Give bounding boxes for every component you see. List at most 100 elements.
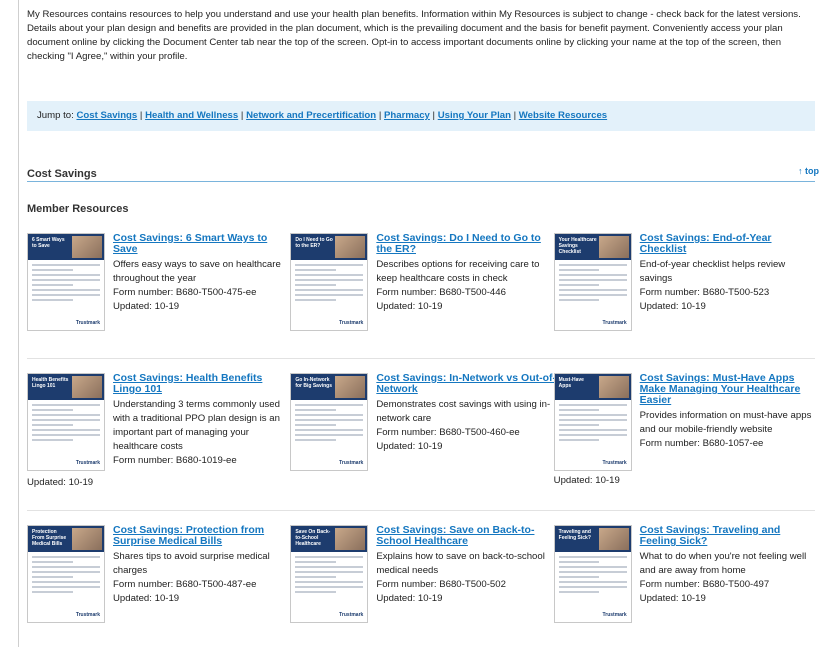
jump-link-network[interactable]: Network and Precertification — [246, 110, 376, 121]
resource-description: Understanding 3 terms commonly used with… — [113, 399, 280, 452]
row-divider — [27, 510, 815, 511]
resource-form-number: Form number: B680-1019-ee — [113, 455, 237, 466]
jump-link-health-wellness[interactable]: Health and Wellness — [145, 110, 238, 121]
document-thumbnail[interactable]: Protection From Surprise Medical Bills T… — [27, 525, 105, 623]
thumbnail-photo — [598, 236, 629, 258]
thumbnail-photo — [335, 528, 366, 550]
thumbnail-logo: Trustmark — [602, 612, 627, 618]
jump-separator: | — [513, 110, 517, 121]
jump-to-label: Jump to: — [37, 110, 74, 121]
intro-paragraph-2: Details about your plan design and benef… — [27, 23, 783, 62]
resource-item: 6 Smart Ways to Save Trustmark Cost Savi… — [27, 233, 290, 363]
resource-updated: Updated: 10-19 — [376, 593, 443, 604]
resource-title-link[interactable]: Cost Savings: Traveling and Feeling Sick… — [640, 525, 819, 547]
section-header: Cost Savings ↑ top — [27, 164, 819, 182]
resource-updated: Updated: 10-19 — [113, 301, 180, 312]
thumbnail-logo: Trustmark — [602, 320, 627, 326]
back-to-top-link[interactable]: ↑ top — [798, 166, 819, 176]
resource-description: End-of-year checklist helps review savin… — [639, 259, 786, 284]
resource-updated: Updated: 10-19 — [113, 593, 180, 604]
resource-description: Describes options for receiving care to … — [376, 259, 540, 284]
resource-item: Traveling and Feeling Sick? Trustmark Co… — [553, 525, 819, 647]
jump-separator: | — [378, 110, 382, 121]
row-divider — [27, 358, 815, 359]
resource-form-number: Form number: B680-T500-497 — [639, 579, 770, 590]
resource-item: Save On Back-to-School Healthcare Trustm… — [290, 525, 553, 647]
thumbnail-heading: Health Benefits Lingo 101 — [32, 377, 69, 389]
resources-panel: My Resources contains resources to help … — [18, 0, 819, 647]
intro-paragraph-1: My Resources contains resources to help … — [27, 9, 801, 20]
resource-title-link[interactable]: Cost Savings: Health Benefits Lingo 101 — [113, 373, 293, 395]
resource-row: Protection From Surprise Medical Bills T… — [27, 525, 817, 647]
thumbnail-heading: Traveling and Feeling Sick? — [558, 529, 591, 541]
thumbnail-heading: Protection From Surprise Medical Bills — [32, 529, 67, 547]
thumbnail-photo — [72, 376, 102, 398]
thumbnail-logo: Trustmark — [75, 612, 100, 618]
resource-item: Must-Have Apps Trustmark Cost Savings: M… — [553, 373, 819, 503]
thumbnail-logo: Trustmark — [339, 612, 364, 618]
resource-form-number: Form number: B680-T500-446 — [376, 287, 506, 298]
jump-separator: | — [240, 110, 244, 121]
thumbnail-logo: Trustmark — [339, 320, 364, 326]
resource-item: Go In-Network for Big Savings Trustmark … — [290, 373, 556, 503]
thumbnail-photo — [598, 528, 629, 550]
resource-form-number: Form number: B680-T500-523 — [639, 287, 770, 298]
thumbnail-photo — [72, 236, 102, 258]
jump-to-bar: Jump to: Cost Savings | Health and Welln… — [27, 101, 815, 131]
document-thumbnail[interactable]: Save On Back-to-School Healthcare Trustm… — [290, 525, 369, 623]
jump-separator: | — [139, 110, 143, 121]
subsection-title: Member Resources — [27, 203, 129, 215]
resource-title-link[interactable]: Cost Savings: Save on Back-to-School Hea… — [376, 525, 556, 547]
thumbnail-heading: Save On Back-to-School Healthcare — [295, 529, 331, 547]
resource-item: Health Benefits Lingo 101 Trustmark Cost… — [27, 373, 290, 503]
document-thumbnail[interactable]: Your Healthcare Savings Checklist Trustm… — [553, 233, 632, 331]
document-thumbnail[interactable]: 6 Smart Ways to Save Trustmark — [27, 233, 105, 331]
jump-link-cost-savings[interactable]: Cost Savings — [76, 110, 137, 121]
jump-link-using-plan[interactable]: Using Your Plan — [438, 110, 511, 121]
thumbnail-photo — [598, 376, 629, 398]
jump-separator: | — [432, 110, 436, 121]
resource-description: Demonstrates cost savings with using in-… — [376, 399, 551, 424]
thumbnail-heading: Must-Have Apps — [558, 377, 584, 389]
document-thumbnail[interactable]: Must-Have Apps Trustmark — [553, 373, 632, 471]
resource-updated: Updated: 10-19 — [553, 475, 620, 486]
thumbnail-photo — [72, 528, 102, 550]
resource-row: Health Benefits Lingo 101 Trustmark Cost… — [27, 373, 817, 503]
resource-title-link[interactable]: Cost Savings: In-Network vs Out-of-Netwo… — [376, 373, 556, 395]
document-thumbnail[interactable]: Do I Need to Go to the ER? Trustmark — [290, 233, 369, 331]
resource-updated: Updated: 10-19 — [27, 477, 94, 488]
resource-title-link[interactable]: Cost Savings: 6 Smart Ways to Save — [113, 233, 293, 255]
thumbnail-heading: Do I Need to Go to the ER? — [295, 237, 333, 249]
jump-link-website-resources[interactable]: Website Resources — [519, 110, 607, 121]
intro-text: My Resources contains resources to help … — [27, 8, 815, 64]
thumbnail-heading: 6 Smart Ways to Save — [32, 237, 65, 249]
resource-updated: Updated: 10-19 — [376, 301, 443, 312]
document-thumbnail[interactable]: Health Benefits Lingo 101 Trustmark — [27, 373, 105, 471]
document-thumbnail[interactable]: Traveling and Feeling Sick? Trustmark — [553, 525, 632, 623]
resource-form-number: Form number: B680-T500-502 — [376, 579, 506, 590]
thumbnail-heading: Your Healthcare Savings Checklist — [558, 237, 597, 255]
resource-form-number: Form number: B680-T500-460-ee — [376, 427, 520, 438]
resource-description: Explains how to save on back-to-school m… — [376, 551, 545, 576]
resource-title-link[interactable]: Cost Savings: Do I Need to Go to the ER? — [376, 233, 556, 255]
jump-link-pharmacy[interactable]: Pharmacy — [384, 110, 430, 121]
resource-title-link[interactable]: Cost Savings: Must-Have Apps Make Managi… — [640, 373, 819, 406]
resource-item: Your Healthcare Savings Checklist Trustm… — [553, 233, 819, 363]
thumbnail-logo: Trustmark — [75, 460, 100, 466]
resource-updated: Updated: 10-19 — [639, 593, 706, 604]
resource-title-link[interactable]: Cost Savings: Protection from Surprise M… — [113, 525, 293, 547]
thumbnail-logo: Trustmark — [339, 460, 364, 466]
resource-description: What to do when you're not feeling well … — [639, 551, 807, 576]
resource-item: Protection From Surprise Medical Bills T… — [27, 525, 290, 647]
resource-title-link[interactable]: Cost Savings: End-of-Year Checklist — [640, 233, 819, 255]
thumbnail-logo: Trustmark — [75, 320, 100, 326]
thumbnail-photo — [335, 376, 366, 398]
document-thumbnail[interactable]: Go In-Network for Big Savings Trustmark — [290, 373, 369, 471]
thumbnail-logo: Trustmark — [602, 460, 627, 466]
resource-description: Shares tips to avoid surprise medical ch… — [113, 551, 270, 576]
resource-description: Provides information on must-have apps a… — [639, 410, 812, 435]
thumbnail-heading: Go In-Network for Big Savings — [295, 377, 333, 389]
resource-item: Do I Need to Go to the ER? Trustmark Cos… — [290, 233, 553, 363]
resource-form-number: Form number: B680-1057-ee — [639, 438, 764, 449]
resource-updated: Updated: 10-19 — [639, 301, 706, 312]
